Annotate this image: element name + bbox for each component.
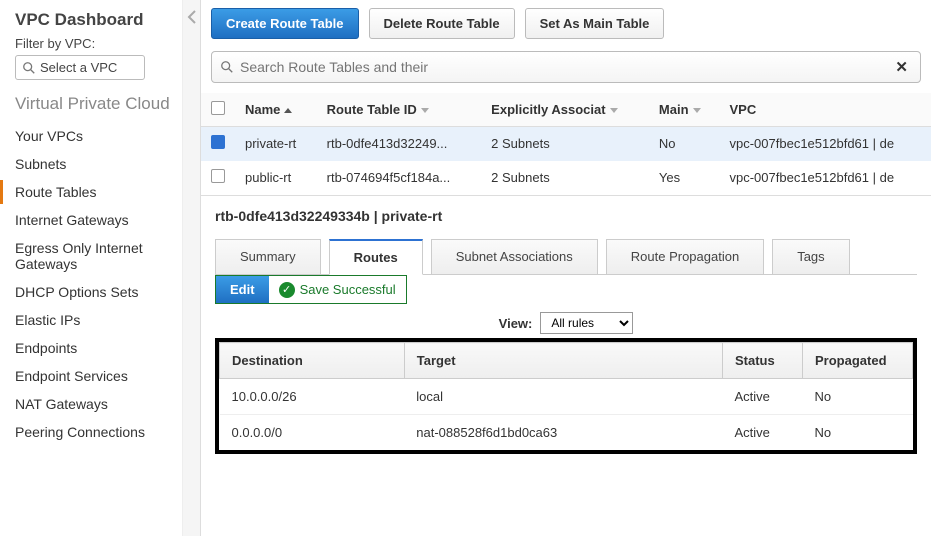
set-main-table-button[interactable]: Set As Main Table: [525, 8, 665, 39]
sidebar-item-egress-gateways[interactable]: Egress Only Internet Gateways: [15, 234, 182, 278]
tab-route-propagation[interactable]: Route Propagation: [606, 239, 764, 275]
routes-table: Destination Target Status Propagated 10.…: [219, 342, 913, 450]
cell-name: private-rt: [235, 127, 317, 161]
cell-target: local: [404, 379, 722, 415]
cell-destination: 10.0.0.0/26: [220, 379, 405, 415]
view-label: View:: [499, 316, 533, 331]
delete-route-table-button[interactable]: Delete Route Table: [369, 8, 515, 39]
search-icon: [22, 61, 36, 75]
sidebar-item-your-vpcs[interactable]: Your VPCs: [15, 122, 182, 150]
col-rtid[interactable]: Route Table ID: [317, 93, 482, 127]
sidebar-item-endpoint-services[interactable]: Endpoint Services: [15, 362, 182, 390]
tab-tags[interactable]: Tags: [772, 239, 849, 275]
cell-status: Active: [723, 415, 803, 451]
vpc-filter-select[interactable]: Select a VPC: [15, 55, 145, 80]
action-toolbar: Create Route Table Delete Route Table Se…: [201, 0, 931, 47]
route-row: 10.0.0.0/26 local Active No: [220, 379, 913, 415]
cell-assoc: 2 Subnets: [481, 127, 649, 161]
search-icon: [220, 60, 234, 74]
cell-assoc: 2 Subnets: [481, 161, 649, 195]
cell-propagated: No: [803, 415, 913, 451]
sidebar-item-subnets[interactable]: Subnets: [15, 150, 182, 178]
cell-destination: 0.0.0.0/0: [220, 415, 405, 451]
col-vpc[interactable]: VPC: [720, 93, 931, 127]
col-propagated[interactable]: Propagated: [803, 343, 913, 379]
sidebar-item-elastic-ips[interactable]: Elastic IPs: [15, 306, 182, 334]
section-title: Virtual Private Cloud: [15, 94, 182, 114]
filter-label: Filter by VPC:: [15, 36, 182, 51]
cell-target-link[interactable]: nat-088528f6d1bd0ca63: [404, 415, 722, 451]
col-target[interactable]: Target: [404, 343, 722, 379]
col-main[interactable]: Main: [649, 93, 720, 127]
cell-propagated: No: [803, 379, 913, 415]
chevron-left-icon: [187, 10, 197, 24]
cell-vpc: vpc-007fbec1e512bfd61 | de: [720, 161, 931, 195]
routes-table-container: Destination Target Status Propagated 10.…: [215, 338, 917, 454]
tab-routes[interactable]: Routes: [329, 239, 423, 275]
cell-status: Active: [723, 379, 803, 415]
clear-search-icon[interactable]: ✕: [895, 58, 908, 76]
view-select[interactable]: All rules: [540, 312, 633, 334]
sidebar: VPC Dashboard Filter by VPC: Select a VP…: [0, 0, 183, 536]
main-content: Create Route Table Delete Route Table Se…: [201, 0, 931, 536]
sidebar-item-dhcp-options[interactable]: DHCP Options Sets: [15, 278, 182, 306]
vpc-select-placeholder: Select a VPC: [40, 60, 117, 75]
tab-summary[interactable]: Summary: [215, 239, 321, 275]
col-destination[interactable]: Destination: [220, 343, 405, 379]
sidebar-collapse-handle[interactable]: [183, 0, 201, 536]
sidebar-item-peering[interactable]: Peering Connections: [15, 418, 182, 446]
cell-name: public-rt: [235, 161, 317, 195]
row-checkbox[interactable]: [211, 169, 225, 183]
edit-button[interactable]: Edit: [216, 276, 269, 303]
cell-rtid: rtb-0dfe413d32249...: [317, 127, 482, 161]
cell-rtid: rtb-074694f5cf184a...: [317, 161, 482, 195]
create-route-table-button[interactable]: Create Route Table: [211, 8, 359, 39]
detail-header: rtb-0dfe413d32249334b | private-rt: [215, 208, 917, 224]
col-name[interactable]: Name: [235, 93, 317, 127]
sidebar-item-route-tables[interactable]: Route Tables: [15, 178, 182, 206]
table-row[interactable]: public-rt rtb-074694f5cf184a... 2 Subnet…: [201, 161, 931, 195]
col-assoc[interactable]: Explicitly Associat: [481, 93, 649, 127]
col-status[interactable]: Status: [723, 343, 803, 379]
cell-main: Yes: [649, 161, 720, 195]
table-row[interactable]: private-rt rtb-0dfe413d32249... 2 Subnet…: [201, 127, 931, 161]
save-successful-message: ✓ Save Successful: [269, 278, 406, 302]
sidebar-item-nat-gateways[interactable]: NAT Gateways: [15, 390, 182, 418]
select-all-checkbox[interactable]: [211, 101, 225, 115]
tab-subnet-associations[interactable]: Subnet Associations: [431, 239, 598, 275]
row-checkbox[interactable]: [211, 135, 225, 149]
search-bar[interactable]: ✕: [211, 51, 921, 83]
sidebar-item-internet-gateways[interactable]: Internet Gateways: [15, 206, 182, 234]
dashboard-title: VPC Dashboard: [15, 10, 182, 30]
detail-panel: rtb-0dfe413d32249334b | private-rt Summa…: [201, 195, 931, 466]
route-tables-table: Name Route Table ID Explicitly Associat …: [201, 93, 931, 195]
sidebar-item-endpoints[interactable]: Endpoints: [15, 334, 182, 362]
detail-tabs: Summary Routes Subnet Associations Route…: [215, 238, 917, 274]
check-icon: ✓: [279, 282, 295, 298]
search-input[interactable]: [240, 59, 430, 75]
cell-main: No: [649, 127, 720, 161]
route-row: 0.0.0.0/0 nat-088528f6d1bd0ca63 Active N…: [220, 415, 913, 451]
cell-vpc: vpc-007fbec1e512bfd61 | de: [720, 127, 931, 161]
